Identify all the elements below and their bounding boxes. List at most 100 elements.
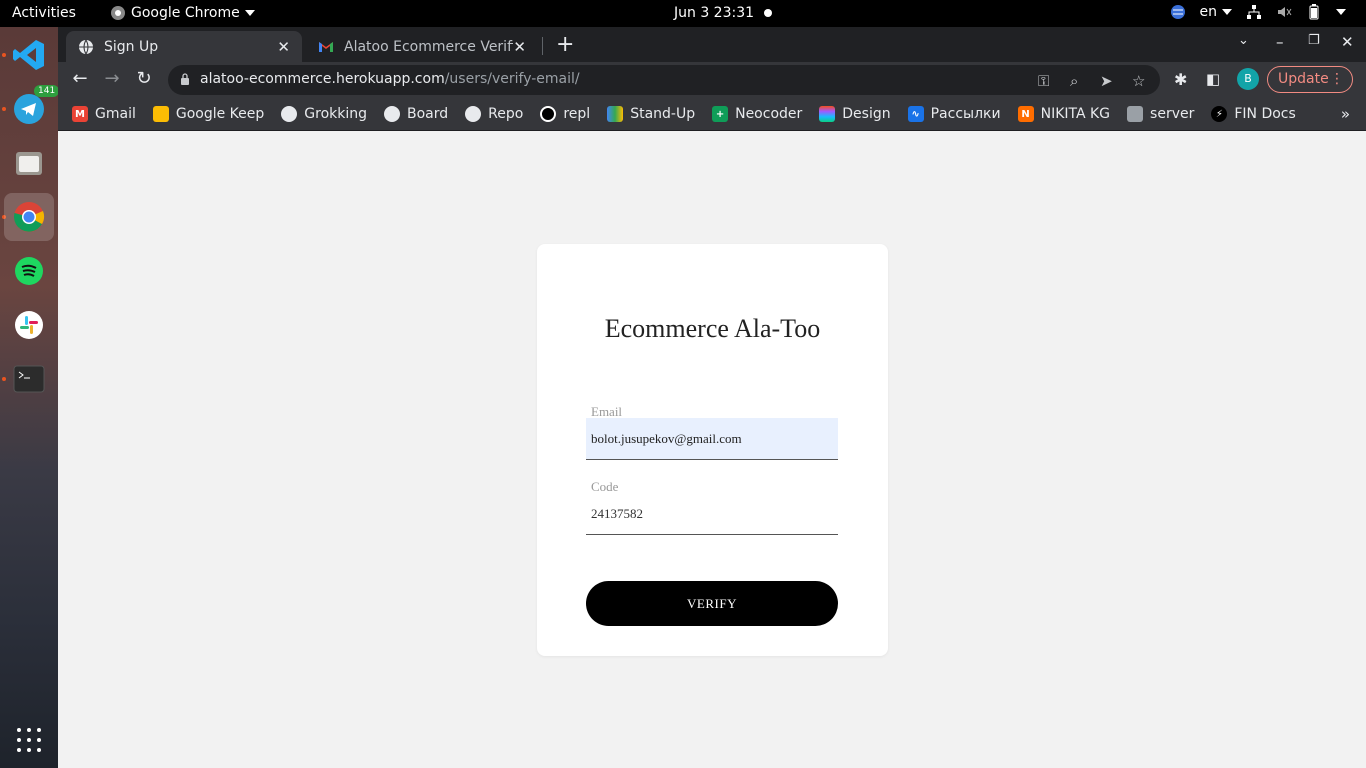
globe-icon bbox=[384, 106, 401, 122]
browser-toolbar: ← → ↻ alatoo-ecommerce.herokuapp.com/use… bbox=[58, 62, 1366, 98]
files-icon bbox=[16, 152, 42, 175]
restore-icon[interactable]: ❐ bbox=[1308, 33, 1320, 48]
vscode-icon bbox=[13, 40, 44, 70]
email-input[interactable] bbox=[586, 418, 838, 460]
bookmark-label: Board bbox=[407, 106, 449, 122]
reload-icon[interactable]: ↻ bbox=[132, 68, 156, 89]
bolt-icon: ⚡ bbox=[1211, 106, 1228, 122]
tab-sign-up[interactable]: Sign Up ✕ bbox=[66, 31, 302, 62]
url-text[interactable]: alatoo-ecommerce.herokuapp.com/users/ver… bbox=[200, 71, 580, 87]
bookmark-design[interactable]: Design bbox=[819, 106, 891, 122]
dock-vscode[interactable] bbox=[4, 31, 54, 79]
replit-icon bbox=[540, 106, 557, 122]
chrome-small-icon bbox=[111, 6, 125, 20]
dock-files[interactable] bbox=[4, 139, 54, 187]
dock-spotify[interactable] bbox=[4, 247, 54, 295]
battery-icon[interactable] bbox=[1306, 4, 1322, 20]
tab-title: Alatoo Ecommerce Verific bbox=[344, 38, 514, 55]
bookmark-gmail[interactable]: M Gmail bbox=[72, 106, 136, 122]
clock[interactable]: Jun 3 23:31 bbox=[674, 5, 754, 21]
bookmark-repl[interactable]: repl bbox=[540, 106, 590, 122]
code-input[interactable] bbox=[586, 493, 838, 535]
page-content: Ecommerce Ala-Too Email Code VERIFY bbox=[58, 131, 1366, 768]
url-path: /users/verify-email/ bbox=[444, 71, 580, 87]
more-bookmarks-icon[interactable]: » bbox=[1341, 105, 1350, 123]
update-button[interactable]: Update ⋮ bbox=[1267, 66, 1353, 93]
bookmark-mailings[interactable]: ∿ Рассылки bbox=[907, 106, 1001, 122]
terminal-icon bbox=[13, 365, 45, 393]
close-tab-icon[interactable]: ✕ bbox=[277, 38, 290, 56]
bookmark-board[interactable]: Board bbox=[384, 106, 448, 122]
chrome-icon bbox=[14, 202, 45, 232]
send-icon[interactable]: ➤ bbox=[1100, 72, 1113, 90]
bookmark-server[interactable]: server bbox=[1127, 106, 1194, 122]
tab-search-icon[interactable]: ⌄ bbox=[1238, 33, 1249, 48]
keep-icon bbox=[152, 106, 169, 122]
bookmark-grokking[interactable]: Grokking bbox=[281, 106, 367, 122]
globe-icon[interactable] bbox=[1170, 4, 1186, 20]
slack-icon bbox=[15, 311, 43, 339]
dock-chrome[interactable] bbox=[4, 193, 54, 241]
sheets-icon: + bbox=[712, 106, 729, 122]
bookmark-nikita-kg[interactable]: N NIKITA KG bbox=[1017, 106, 1110, 122]
zoom-icon[interactable]: ⌕ bbox=[1070, 72, 1078, 90]
bookmark-label: FIN Docs bbox=[1234, 106, 1296, 122]
meet-icon bbox=[607, 106, 624, 122]
side-panel-icon[interactable]: ◧ bbox=[1206, 70, 1220, 88]
key-icon[interactable]: ⚿ bbox=[1038, 72, 1049, 90]
n-logo-icon: N bbox=[1017, 106, 1034, 122]
tab-title: Sign Up bbox=[104, 38, 159, 55]
more-menu-icon: ⋮ bbox=[1330, 71, 1344, 87]
language-label: en bbox=[1199, 4, 1218, 20]
browser-window: Sign Up ✕ Alatoo Ecommerce Verific ✕ + ⌄… bbox=[58, 27, 1366, 768]
bookmark-star-icon[interactable]: ☆ bbox=[1132, 72, 1145, 90]
bookmark-fin-docs[interactable]: ⚡ FIN Docs bbox=[1211, 106, 1296, 122]
page-title: Ecommerce Ala-Too bbox=[604, 314, 821, 343]
network-icon[interactable] bbox=[1246, 4, 1262, 20]
tab-strip: Sign Up ✕ Alatoo Ecommerce Verific ✕ + ⌄… bbox=[58, 27, 1366, 62]
dock-terminal[interactable] bbox=[4, 355, 54, 403]
bookmark-neocoder[interactable]: + Neocoder bbox=[712, 106, 802, 122]
bookmark-label: Neocoder bbox=[735, 106, 803, 122]
dock-slack[interactable] bbox=[4, 301, 54, 349]
bookmark-label: Google Keep bbox=[175, 106, 265, 122]
chevron-down-icon bbox=[244, 10, 255, 16]
bookmark-label: Stand-Up bbox=[630, 106, 696, 122]
show-applications-icon[interactable] bbox=[17, 728, 41, 752]
code-field: Code bbox=[586, 479, 838, 536]
bookmark-stand-up[interactable]: Stand-Up bbox=[607, 106, 695, 122]
system-top-bar: Activities Google Chrome Jun 3 23:31 en bbox=[0, 0, 1366, 27]
spotify-icon bbox=[15, 257, 43, 285]
globe-icon bbox=[465, 106, 482, 122]
app-menu[interactable]: Google Chrome bbox=[110, 5, 255, 21]
close-window-icon[interactable]: ✕ bbox=[1341, 33, 1354, 51]
extensions-icon[interactable]: ✱ bbox=[1174, 70, 1187, 89]
chevron-down-icon[interactable] bbox=[1336, 9, 1346, 15]
minimize-icon[interactable]: – bbox=[1276, 33, 1284, 51]
activities-button[interactable]: Activities bbox=[12, 5, 76, 21]
verify-button[interactable]: VERIFY bbox=[586, 581, 838, 626]
gmail-icon: M bbox=[72, 106, 88, 122]
close-tab-icon[interactable]: ✕ bbox=[513, 38, 526, 56]
profile-avatar[interactable]: B bbox=[1237, 68, 1259, 90]
url-domain: alatoo-ecommerce.herokuapp.com bbox=[200, 71, 445, 87]
volume-muted-icon[interactable] bbox=[1276, 4, 1292, 20]
system-tray[interactable]: en bbox=[1170, 4, 1346, 20]
activity-icon: ∿ bbox=[907, 106, 924, 122]
lock-icon[interactable] bbox=[180, 73, 190, 85]
verify-email-card: Ecommerce Ala-Too Email Code VERIFY bbox=[537, 244, 888, 656]
tab-separator bbox=[542, 37, 543, 55]
new-tab-icon[interactable]: + bbox=[556, 32, 574, 57]
back-icon[interactable]: ← bbox=[68, 68, 92, 89]
bookmark-repo[interactable]: Repo bbox=[465, 106, 523, 122]
address-bar[interactable]: alatoo-ecommerce.herokuapp.com/users/ver… bbox=[168, 65, 1160, 95]
bookmarks-bar: M Gmail Google Keep Grokking Board Repo r… bbox=[58, 98, 1366, 131]
email-field: Email bbox=[586, 404, 838, 461]
forward-icon[interactable]: → bbox=[100, 68, 124, 89]
tab-alatoo-verification[interactable]: Alatoo Ecommerce Verific ✕ bbox=[306, 31, 538, 62]
bookmark-google-keep[interactable]: Google Keep bbox=[152, 106, 265, 122]
bookmark-label: Repo bbox=[488, 106, 524, 122]
language-indicator[interactable]: en bbox=[1199, 4, 1232, 20]
bookmark-label: Gmail bbox=[95, 106, 136, 122]
dock-telegram[interactable]: 141 bbox=[4, 85, 60, 133]
